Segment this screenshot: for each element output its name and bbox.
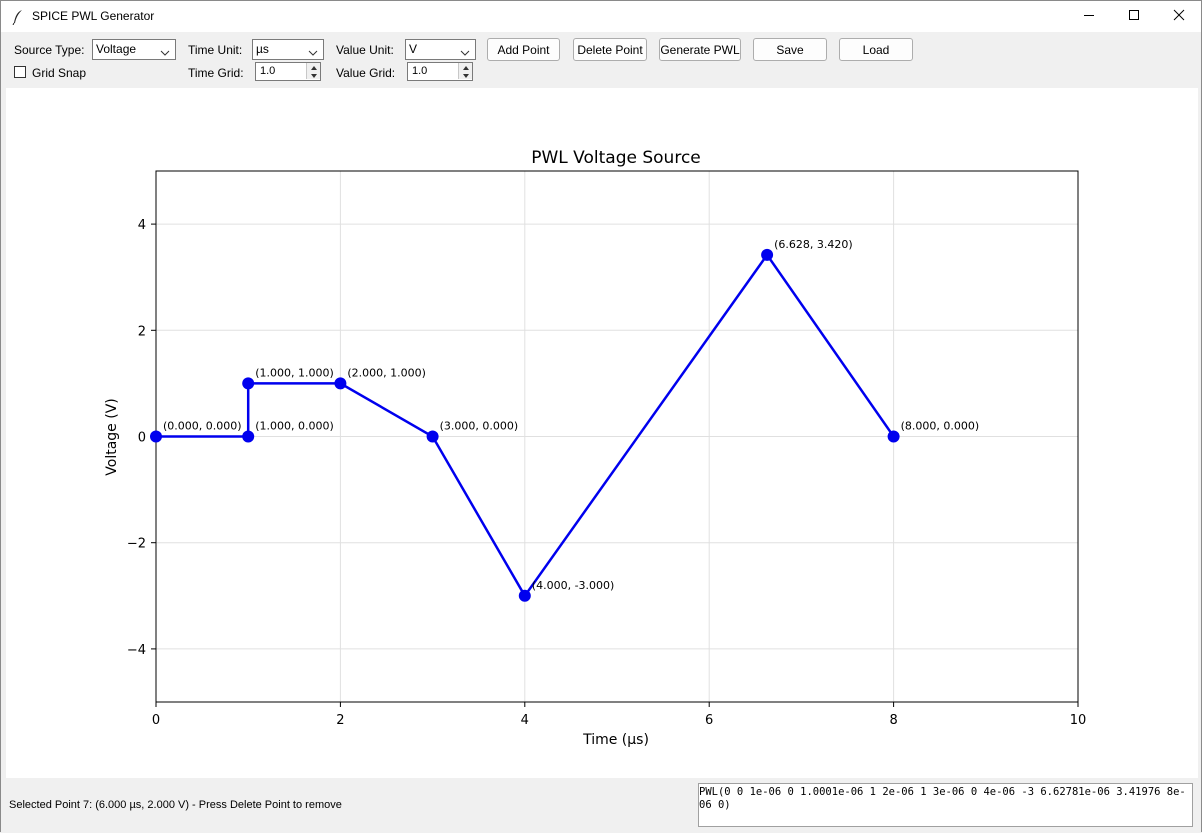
app-window: SPICE PWL Generator Source Type: Voltage… (0, 0, 1202, 833)
data-point-label: (2.000, 1.000) (347, 366, 426, 379)
generate-pwl-button[interactable]: Generate PWL (659, 38, 741, 61)
y-tick-label: 4 (138, 218, 146, 233)
data-point[interactable] (334, 377, 347, 390)
spin-up-icon[interactable] (458, 63, 472, 71)
axis-ticks: 0 2 4 6 8 10 −4 −2 0 2 4 (127, 218, 1086, 728)
data-point[interactable] (887, 430, 900, 443)
delete-point-button[interactable]: Delete Point (573, 38, 647, 61)
window-title: SPICE PWL Generator (32, 9, 155, 23)
minimize-button[interactable] (1066, 1, 1112, 32)
maximize-button[interactable] (1111, 1, 1157, 32)
series-group[interactable]: (0.000, 0.000) (1.000, 0.000) (1.000, 1.00… (150, 238, 979, 602)
pwl-output-textbox[interactable]: PWL(0 0 1e-06 0 1.0001e-06 1 2e-06 1 3e-… (698, 783, 1193, 827)
data-point[interactable] (242, 377, 255, 390)
value-grid-label: Value Grid: (336, 66, 396, 80)
chevron-down-icon (460, 46, 470, 56)
title-bar: SPICE PWL Generator (1, 1, 1201, 32)
plot-canvas[interactable]: PWL Voltage Source 0 2 4 6 8 10 −4 −2 0 2 4 Time (… (6, 88, 1198, 778)
spin-up-icon[interactable] (306, 63, 320, 71)
value-grid-spinbox[interactable]: 1.0 (407, 62, 473, 81)
chevron-down-icon (160, 46, 170, 56)
data-point-label: (6.628, 3.420) (774, 238, 853, 251)
save-button[interactable]: Save (753, 38, 827, 61)
add-point-button[interactable]: Add Point (487, 38, 560, 61)
time-unit-label: Time Unit: (188, 43, 243, 57)
toolbar: Source Type: Voltage Time Unit: µs Value… (1, 32, 1201, 88)
y-axis-label: Voltage (V) (104, 398, 120, 475)
value-grid-value: 1.0 (412, 65, 428, 77)
data-point[interactable] (242, 430, 255, 443)
time-grid-spinbox[interactable]: 1.0 (255, 62, 321, 81)
value-unit-value: V (409, 42, 418, 56)
source-type-select[interactable]: Voltage (92, 39, 176, 60)
status-message: Selected Point 7: (6.000 µs, 2.000 V) - … (9, 799, 342, 811)
spin-down-icon[interactable] (306, 71, 320, 79)
status-bar: Selected Point 7: (6.000 µs, 2.000 V) - … (1, 778, 1201, 833)
pwl-chart[interactable]: PWL Voltage Source 0 2 4 6 8 10 −4 −2 0 2 4 Time (… (6, 88, 1198, 778)
feather-icon (12, 9, 24, 26)
data-point-label: (8.000, 0.000) (901, 420, 980, 433)
spin-down-icon[interactable] (458, 71, 472, 79)
y-tick-label: −4 (127, 643, 146, 658)
load-button[interactable]: Load (839, 38, 913, 61)
data-point-label: (4.000, -3.000) (532, 579, 615, 592)
time-grid-value: 1.0 (260, 65, 276, 77)
chevron-down-icon (308, 46, 318, 56)
data-point[interactable] (150, 430, 162, 443)
source-type-label: Source Type: (14, 43, 85, 57)
x-tick-label: 4 (521, 713, 529, 728)
value-unit-select[interactable]: V (405, 39, 476, 60)
x-tick-label: 6 (705, 713, 713, 728)
y-tick-label: 0 (138, 431, 146, 446)
time-unit-value: µs (256, 42, 269, 56)
maximize-icon (1128, 9, 1140, 24)
data-point-label: (1.000, 0.000) (255, 420, 334, 433)
data-point[interactable] (518, 589, 531, 602)
x-tick-label: 8 (889, 713, 897, 728)
data-point[interactable] (761, 248, 774, 261)
chart-title: PWL Voltage Source (531, 148, 701, 168)
close-icon (1173, 9, 1185, 24)
minimize-icon (1083, 9, 1095, 24)
data-point-label: (0.000, 0.000) (163, 420, 242, 433)
source-type-value: Voltage (96, 42, 137, 56)
grid-lines (155, 171, 1079, 702)
data-point-label: (3.000, 0.000) (440, 420, 519, 433)
y-tick-label: −2 (127, 537, 146, 552)
y-tick-label: 2 (138, 324, 146, 339)
x-tick-label: 10 (1070, 713, 1087, 728)
x-tick-label: 0 (152, 713, 160, 728)
data-point[interactable] (426, 430, 439, 443)
grid-snap-checkbox[interactable] (14, 66, 26, 78)
time-unit-select[interactable]: µs (252, 39, 324, 60)
data-point-label: (1.000, 1.000) (255, 366, 334, 379)
grid-snap-label: Grid Snap (32, 66, 87, 80)
time-grid-label: Time Grid: (188, 66, 244, 80)
x-axis-label: Time (µs) (582, 732, 649, 748)
close-button[interactable] (1156, 1, 1202, 32)
value-unit-label: Value Unit: (336, 43, 394, 57)
x-tick-label: 2 (336, 713, 344, 728)
